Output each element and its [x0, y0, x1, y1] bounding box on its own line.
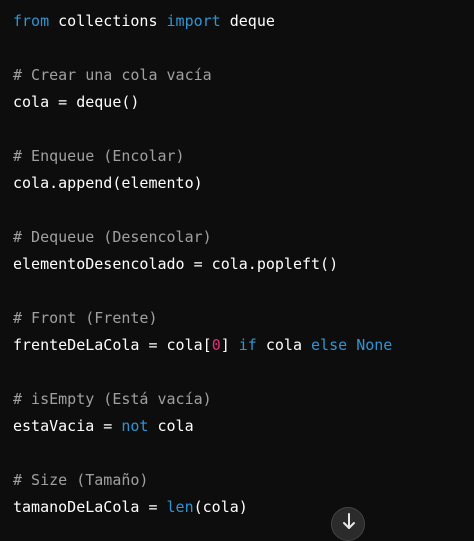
- code-text: collections: [49, 12, 167, 30]
- code-line: cola = deque(): [13, 89, 392, 116]
- code-line: estaVacia = not cola: [13, 413, 392, 440]
- code-keyword: from: [13, 12, 50, 30]
- code-comment: # Crear una cola vacía: [13, 66, 212, 84]
- code-text: ]: [220, 336, 239, 354]
- code-line: # isEmpty (Está vacía): [13, 386, 392, 413]
- code-keyword: else: [311, 336, 348, 354]
- code-line: # Crear una cola vacía: [13, 62, 392, 89]
- code-text: cola: [256, 336, 312, 354]
- code-comment: # Size (Tamaño): [13, 471, 149, 489]
- code-line: # Size (Tamaño): [13, 467, 392, 494]
- code-keyword: len: [166, 498, 194, 516]
- code-content[interactable]: from collections import deque # Crear un…: [13, 8, 392, 521]
- code-line: from collections import deque: [13, 8, 392, 35]
- code-text: elementoDesencolado = cola.popleft(): [13, 255, 339, 273]
- code-keyword: None: [356, 336, 393, 354]
- code-keyword: if: [238, 336, 257, 354]
- code-keyword: not: [121, 417, 149, 435]
- code-comment: # isEmpty (Está vacía): [13, 390, 212, 408]
- code-text: deque: [220, 12, 275, 30]
- code-text: cola: [148, 417, 194, 435]
- code-line: frenteDeLaCola = cola[0] if cola else No…: [13, 332, 392, 359]
- code-line: elementoDesencolado = cola.popleft(): [13, 251, 392, 278]
- code-text: cola.append(elemento): [13, 174, 203, 192]
- code-line: # Enqueue (Encolar): [13, 143, 392, 170]
- scroll-to-bottom-button[interactable]: [331, 507, 365, 541]
- code-comment: # Enqueue (Encolar): [13, 147, 185, 165]
- code-line: # Dequeue (Desencolar): [13, 224, 392, 251]
- code-text: tamanoDeLaCola =: [13, 498, 167, 516]
- code-text: frenteDeLaCola = cola[: [13, 336, 212, 354]
- code-comment: # Dequeue (Desencolar): [13, 228, 212, 246]
- code-line: cola.append(elemento): [13, 170, 392, 197]
- code-block[interactable]: from collections import deque # Crear un…: [0, 0, 474, 525]
- code-comment: # Front (Frente): [13, 309, 158, 327]
- code-number: 0: [211, 336, 221, 354]
- code-line: # Front (Frente): [13, 305, 392, 332]
- code-text: cola = deque(): [13, 93, 140, 111]
- arrow-down-icon: [343, 513, 355, 529]
- code-keyword: import: [166, 12, 221, 30]
- code-text: estaVacia =: [13, 417, 122, 435]
- code-text: (cola): [193, 498, 248, 516]
